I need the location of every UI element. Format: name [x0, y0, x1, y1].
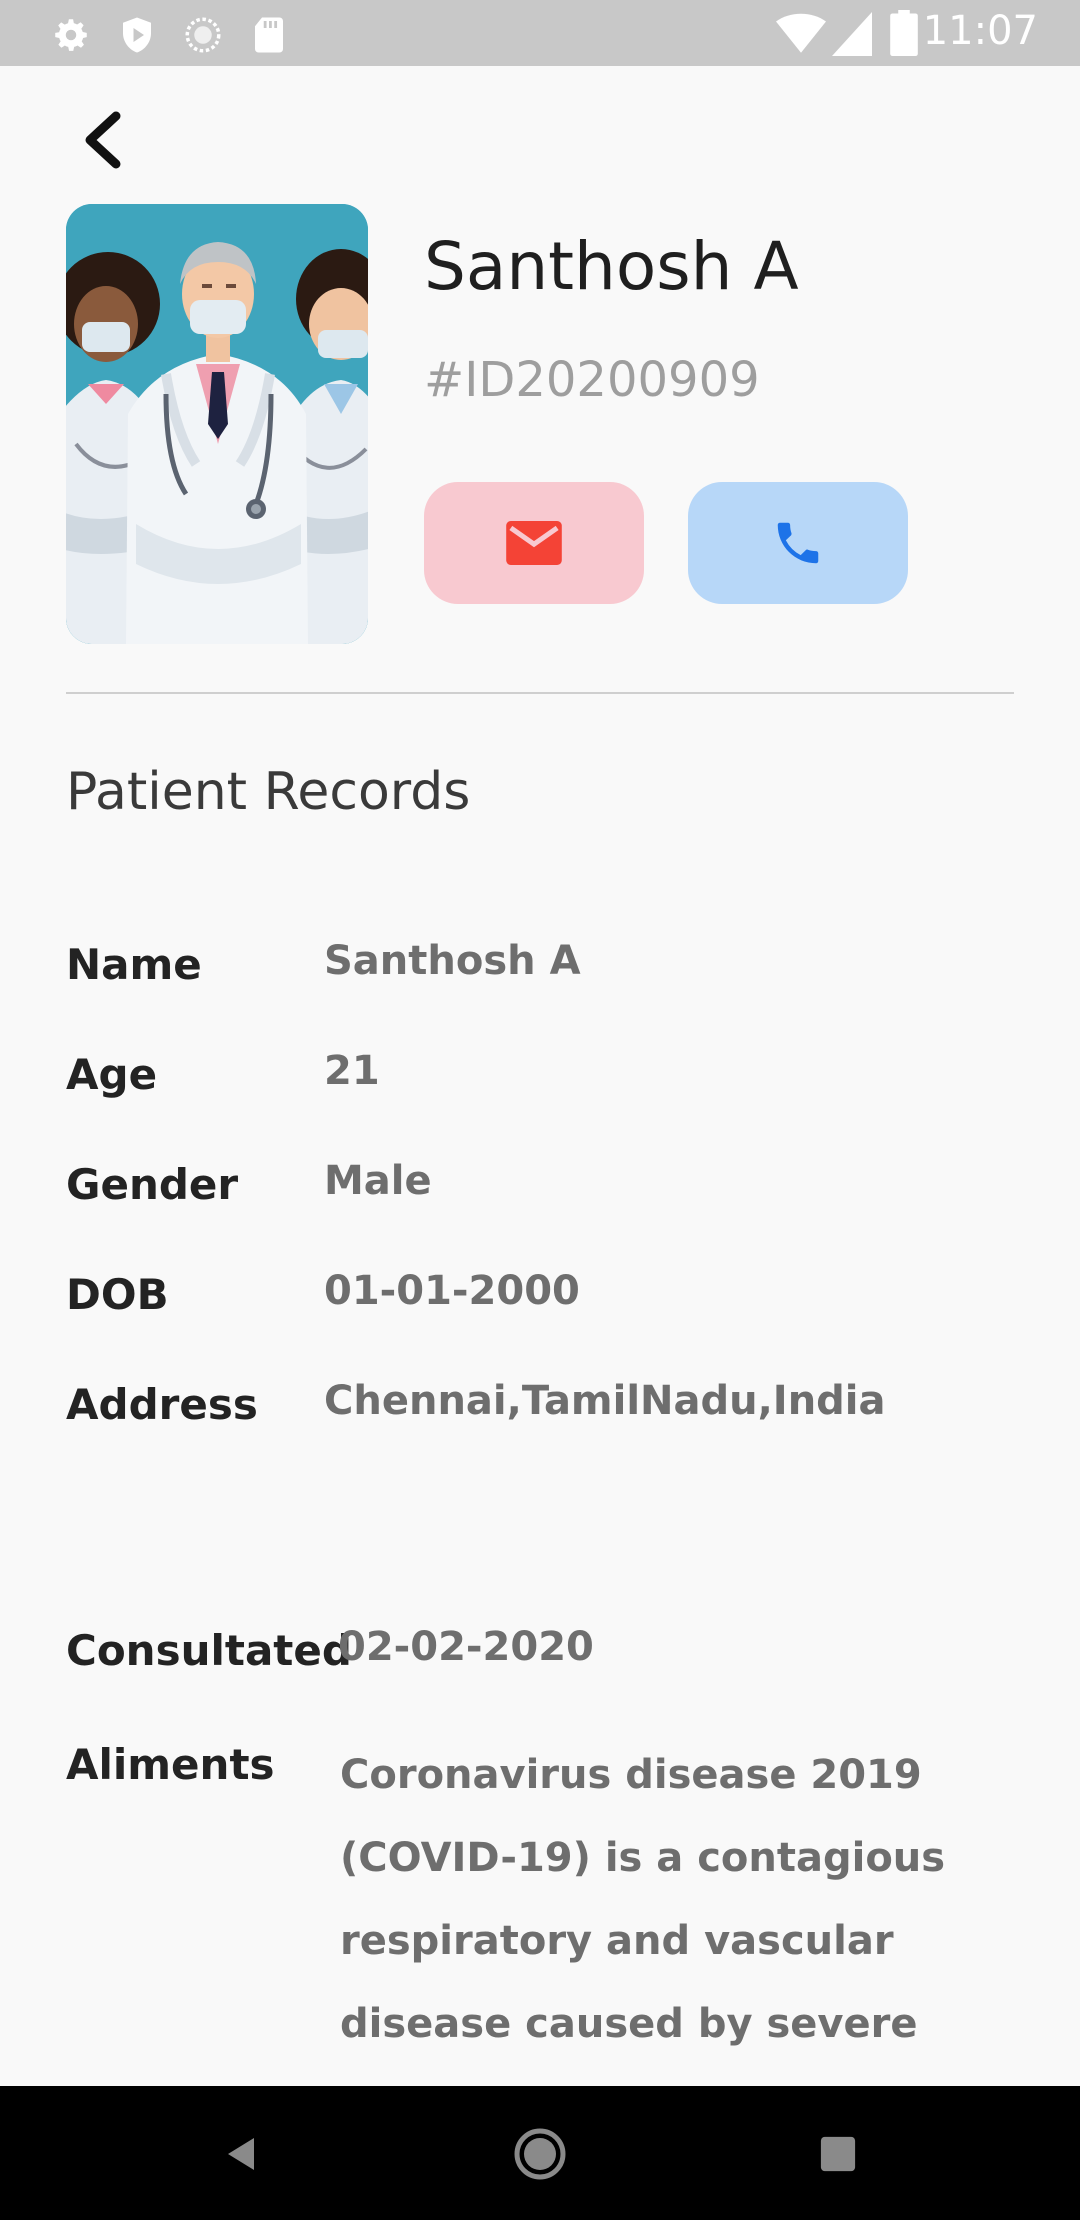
sd-card-icon — [255, 17, 283, 53]
record-label-age: Age — [66, 1050, 158, 1099]
record-value-address: Chennai,TamilNadu,India — [324, 1378, 886, 1424]
gear-icon — [55, 19, 87, 51]
navigation-bar — [0, 2086, 1080, 2220]
record-label-name: Name — [66, 940, 202, 989]
nav-back-button[interactable] — [210, 2122, 274, 2186]
mail-icon — [506, 521, 562, 565]
recents-square-icon — [820, 2136, 856, 2172]
wifi-icon — [776, 13, 826, 53]
profile-image — [66, 204, 368, 644]
section-title: Patient Records — [66, 762, 471, 822]
record-value-dob: 01-01-2000 — [324, 1268, 580, 1314]
record-value-name: Santhosh A — [324, 938, 581, 984]
back-triangle-icon — [228, 2138, 254, 2170]
battery-icon — [890, 10, 918, 56]
shield-play-icon — [123, 17, 151, 53]
nav-home-button[interactable] — [508, 2122, 572, 2186]
record-label-dob: DOB — [66, 1270, 169, 1319]
record-value-age: 21 — [324, 1048, 380, 1094]
doctors-illustration — [66, 204, 368, 644]
record-label-gender: Gender — [66, 1160, 239, 1209]
back-button[interactable] — [70, 108, 134, 172]
record-value-gender: Male — [324, 1158, 432, 1204]
sync-circle-icon — [185, 17, 221, 53]
home-circle-icon — [514, 2128, 566, 2180]
nav-recents-button[interactable] — [806, 2122, 870, 2186]
phone-icon — [777, 522, 819, 564]
aliments-label: Aliments — [66, 1740, 275, 1789]
status-time: 11:07 — [922, 8, 1038, 54]
profile-name: Santhosh A — [424, 228, 799, 305]
consulted-value: 02-02-2020 — [338, 1624, 594, 1670]
divider — [66, 692, 1014, 694]
status-bar: 11:07 — [0, 0, 1080, 66]
profile-id: #ID20200909 — [424, 352, 760, 408]
record-label-address: Address — [66, 1380, 258, 1429]
email-button[interactable] — [424, 482, 644, 604]
signal-icon — [832, 12, 872, 56]
consulted-label: Consultated — [66, 1626, 352, 1675]
chevron-left-icon — [85, 111, 121, 169]
call-button[interactable] — [688, 482, 908, 604]
